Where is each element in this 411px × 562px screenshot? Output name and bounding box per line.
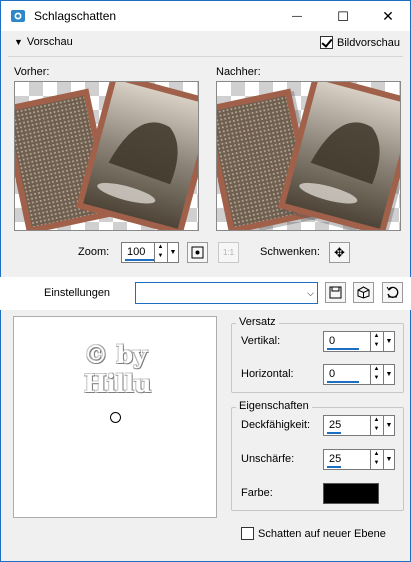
cube-icon	[357, 286, 370, 299]
after-label: Nachher:	[216, 66, 261, 78]
load-preset-button[interactable]	[353, 282, 374, 303]
opacity-slider-bar	[327, 432, 341, 434]
zoom-underline	[125, 259, 155, 261]
zoom-label: Zoom:	[78, 246, 110, 258]
preview-toggle[interactable]: ▼ Vorschau	[14, 36, 73, 48]
pan-button[interactable]: ✥	[329, 242, 350, 263]
window-title: Schlagschatten	[34, 9, 117, 23]
settings-label: Einstellungen	[44, 287, 111, 299]
after-preview-image[interactable]	[216, 81, 401, 231]
shadow-new-layer-label: Schatten auf neuer Ebene	[258, 527, 386, 540]
opacity-label: Deckfähigkeit:	[241, 419, 311, 431]
chevron-down-icon[interactable]: ⌵	[304, 283, 317, 303]
save-icon	[329, 286, 342, 299]
zoom-spinner[interactable]: ▲ ▼	[154, 243, 166, 262]
vertical-value: 0	[329, 335, 336, 347]
preview-toggle-label: Vorschau	[26, 36, 73, 48]
maximize-button[interactable]: ☐	[320, 1, 366, 32]
offset-handle[interactable]	[110, 412, 121, 423]
actual-size-icon: 1:1	[222, 248, 235, 257]
blur-label: Unschärfe:	[241, 453, 295, 465]
watermark-line-1: © by	[84, 340, 148, 369]
actual-size-button[interactable]: 1:1	[218, 242, 239, 263]
bildvorschau-option[interactable]: Bildvorschau	[320, 36, 400, 49]
save-preset-button[interactable]	[325, 282, 346, 303]
properties-group-title: Eigenschaften	[236, 400, 312, 412]
collapse-triangle-icon: ▼	[14, 37, 23, 47]
minimize-button[interactable]: —	[274, 1, 320, 32]
reset-button[interactable]	[382, 282, 403, 303]
offset-group-title: Versatz	[236, 316, 279, 328]
title-bar: Schlagschatten — ☐ ✕	[0, 0, 411, 31]
maximize-icon: ☐	[337, 8, 349, 24]
zoom-dropdown-arrow-icon[interactable]: ▼	[167, 243, 178, 262]
after-preview-artwork	[217, 82, 400, 230]
close-icon: ✕	[382, 8, 394, 24]
watermark-line-2: Hillu	[84, 369, 152, 398]
presets-bar: Einstellungen ⌵	[0, 277, 411, 310]
settings-combobox[interactable]: ⌵	[135, 282, 318, 304]
opacity-spinner[interactable]: ▲ ▼	[370, 416, 382, 435]
blur-slider-bar	[327, 466, 341, 468]
opacity-value: 25	[329, 419, 342, 431]
before-preview-image[interactable]	[14, 81, 199, 231]
horizontal-slider-bar	[327, 381, 359, 383]
vertical-slider-bar	[327, 348, 359, 350]
app-icon	[10, 8, 26, 24]
horizontal-input[interactable]: 0 ▲ ▼ ▼	[323, 364, 395, 385]
horizontal-label: Horizontal:	[241, 368, 294, 380]
vertical-label: Vertikal:	[241, 335, 281, 347]
blur-spinner[interactable]: ▲ ▼	[370, 450, 382, 469]
divider	[8, 56, 403, 57]
chevron-down-icon[interactable]: ▼	[383, 332, 394, 351]
vertical-input[interactable]: 0 ▲ ▼ ▼	[323, 331, 395, 352]
color-label: Farbe:	[241, 487, 273, 499]
reset-icon	[386, 286, 399, 298]
chevron-down-icon[interactable]: ▼	[383, 365, 394, 384]
blur-value: 25	[329, 453, 342, 465]
chevron-down-icon[interactable]: ▼	[383, 416, 394, 435]
shadow-new-layer-checkbox[interactable]	[241, 527, 254, 540]
zoom-input[interactable]: 100 ▲ ▼ ▼	[121, 242, 179, 263]
close-button[interactable]: ✕	[365, 1, 411, 32]
shadow-color-swatch[interactable]	[323, 483, 379, 504]
bildvorschau-checkbox[interactable]	[320, 36, 333, 49]
fit-icon	[191, 246, 204, 259]
before-label: Vorher:	[14, 66, 50, 78]
pan-label: Schwenken:	[260, 246, 320, 258]
minimize-icon: —	[292, 11, 302, 22]
shadow-new-layer-option[interactable]: Schatten auf neuer Ebene	[241, 527, 386, 540]
blur-input[interactable]: 25 ▲ ▼ ▼	[323, 449, 395, 470]
opacity-input[interactable]: 25 ▲ ▼ ▼	[323, 415, 395, 436]
zoom-value: 100	[127, 246, 146, 258]
bildvorschau-label: Bildvorschau	[337, 36, 400, 49]
vertical-spinner[interactable]: ▲ ▼	[370, 332, 382, 351]
shadow-preview-panel[interactable]: © by Hillu	[13, 316, 217, 518]
move-icon: ✥	[334, 244, 345, 260]
chevron-down-icon[interactable]: ▼	[383, 450, 394, 469]
before-preview-artwork	[15, 82, 198, 230]
horizontal-value: 0	[329, 368, 336, 380]
horizontal-spinner[interactable]: ▲ ▼	[370, 365, 382, 384]
zoom-fit-button[interactable]	[187, 242, 208, 263]
